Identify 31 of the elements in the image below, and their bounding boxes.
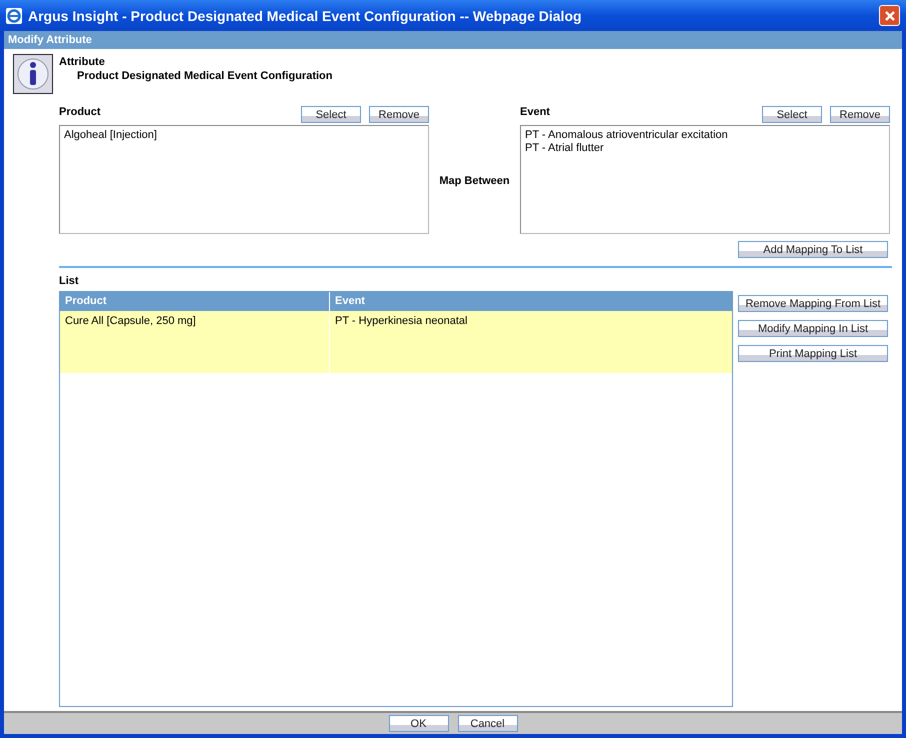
close-button[interactable] [879, 5, 900, 26]
table-cell-text: PT - Hyperkinesia neonatal [334, 314, 468, 329]
event-button[interactable]: Remove [830, 106, 890, 123]
table-row[interactable]: Cure All [Capsule, 250 mg] PT - Hyperkinesia neonatal [60, 311, 732, 373]
attribute-value: Product Designated Medical Event Configuration [76, 70, 332, 82]
dialog-button[interactable]: OK [388, 715, 448, 732]
window-title: Argus Insight - Product Designated Medical Event Configuration -- Webpage Dialog [28, 8, 583, 24]
list-action-button[interactable]: Print Mapping List [738, 345, 888, 362]
product-listbox[interactable]: Algoheal [Injection] [59, 125, 429, 234]
event-listbox[interactable]: PT - Anomalous atrioventricular excitation PT - Atrial flutter [520, 125, 890, 234]
column-header: Event [334, 294, 366, 309]
product-button[interactable]: Remove [369, 106, 429, 123]
list-item[interactable]: PT - Anomalous atrioventricular excitation [525, 129, 885, 141]
table-cell: Cure All [Capsule, 250 mg] [60, 311, 330, 373]
product-label: Product [59, 106, 101, 118]
map-between-label: Map Between [439, 175, 510, 187]
list-action-button[interactable]: Modify Mapping In List [738, 320, 888, 337]
close-icon [884, 10, 896, 22]
list-item[interactable]: Algoheal [Injection] [64, 129, 424, 141]
list-item[interactable]: PT - Atrial flutter [525, 142, 885, 154]
list-action-button[interactable]: Remove Mapping From List [738, 295, 888, 312]
info-icon [13, 54, 53, 94]
event-label: Event [520, 106, 550, 118]
section-header: Modify Attribute [4, 31, 902, 49]
dialog-button[interactable]: Cancel [458, 715, 518, 732]
list-label: List [58, 274, 80, 289]
add-mapping-button[interactable]: Add Mapping To List [738, 241, 888, 258]
product-button[interactable]: Select [301, 106, 361, 123]
attribute-label: Attribute [59, 56, 106, 68]
event-button[interactable]: Select [762, 106, 822, 123]
browser-icon [6, 8, 22, 24]
